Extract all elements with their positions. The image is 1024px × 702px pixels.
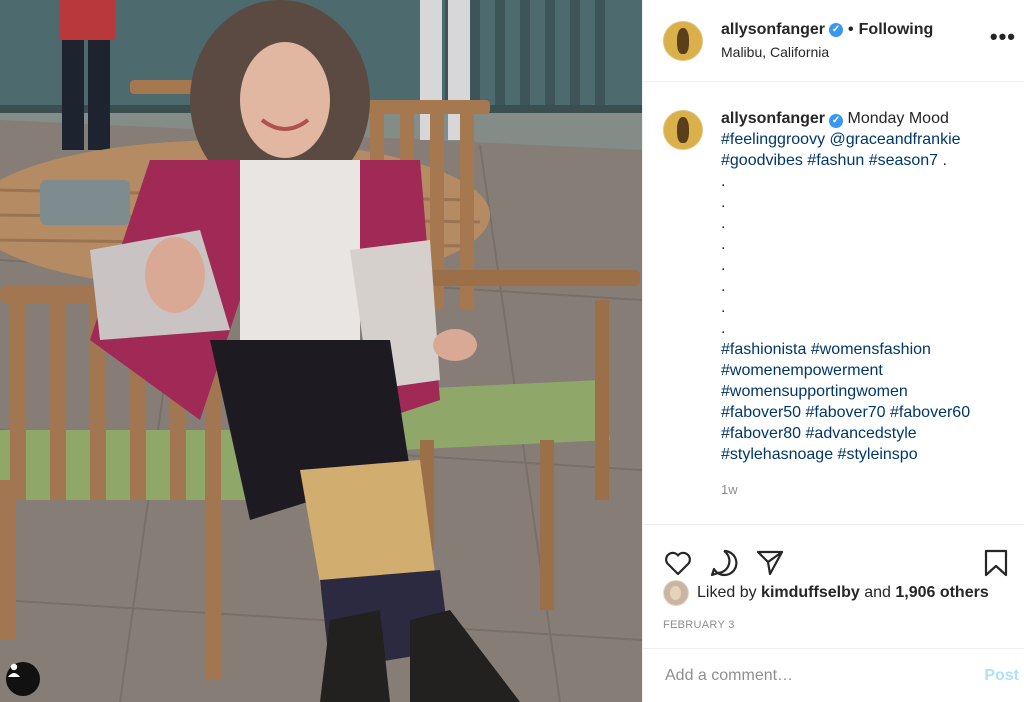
hashtag-link[interactable]: #feelinggroovy [721,131,825,148]
bookmark-icon[interactable] [981,548,1011,578]
following-button[interactable]: Following [859,20,934,40]
post-sidebar: allysonfanger ✓ • Following Malibu, Cali… [642,0,1024,702]
post-comment-button[interactable]: Post [984,667,1019,685]
caption-line: . [721,255,1009,276]
caption-line: . [721,192,1009,213]
hashtag-link[interactable]: #goodvibes [721,152,803,169]
caption-section: allysonfanger ✓ Monday Mood #feelinggroovy… [643,82,1024,524]
author-username[interactable]: allysonfanger [721,20,825,40]
caption-line: #stylehasnoage #styleinspo [721,444,1009,465]
caption-text-segment: . [721,278,726,295]
caption-text-segment: . [721,320,726,337]
separator-dot: • [848,20,854,38]
hashtag-link[interactable]: #womensupportingwomen [721,383,908,400]
user-icon [8,663,20,677]
action-bar [643,524,1024,584]
tagged-users-button[interactable] [6,662,40,696]
caption-text-segment: . [721,173,726,190]
caption-text-segment: . [721,215,726,232]
hashtag-link[interactable]: #fashun [807,152,864,169]
hashtag-link[interactable]: #fabover70 [806,404,886,421]
comment-input[interactable] [663,665,985,686]
photo-scene [0,0,642,702]
caption-line: #goodvibes #fashun #season7 . [721,150,1009,171]
caption-text-segment: Monday Mood [847,110,949,127]
post-location[interactable]: Malibu, California [721,44,933,62]
caption-text: allysonfanger ✓ Monday Mood #feelinggroovy… [721,108,1009,465]
caption-line: . [721,276,1009,297]
post-time[interactable]: 1w [721,479,1009,500]
caption-author-avatar[interactable] [663,110,703,150]
hashtag-link[interactable]: #womenempowerment [721,362,883,379]
hashtag-link[interactable]: #womensfashion [811,341,931,358]
caption-line: #womensupportingwomen [721,381,1009,402]
author-avatar[interactable] [663,20,703,61]
hashtag-link[interactable]: #fabover60 [890,404,970,421]
likes-prefix: Liked by [697,584,757,601]
caption-line: . [721,213,1009,234]
share-icon[interactable] [755,548,785,578]
post-header: allysonfanger ✓ • Following Malibu, Cali… [643,0,1024,82]
hashtag-link[interactable]: #stylehasnoage [721,446,833,463]
hashtag-link[interactable]: #fashionista [721,341,806,358]
hashtag-link[interactable]: #fabover80 [721,425,801,442]
likes-count-link[interactable]: 1,906 others [895,584,988,602]
hashtag-link[interactable]: #season7 [869,152,938,169]
more-options-icon[interactable]: ••• [990,26,1016,48]
caption-line: #womenempowerment [721,360,1009,381]
caption-line: . [721,318,1009,339]
heart-icon[interactable] [663,548,693,578]
caption-line: allysonfanger ✓ Monday Mood [721,108,1009,129]
hashtag-link[interactable]: @graceandfrankie [830,131,961,148]
comment-bar: Post [643,648,1024,702]
caption-line: #fashionista #womensfashion [721,339,1009,360]
caption-line: . [721,234,1009,255]
verified-badge-icon: ✓ [829,113,844,128]
liker-avatar[interactable] [663,580,689,606]
caption-text-segment: . [721,299,726,316]
hashtag-link[interactable]: #advancedstyle [806,425,917,442]
caption-line: #feelinggroovy @graceandfrankie [721,129,1009,150]
hashtag-link[interactable]: #fabover50 [721,404,801,421]
caption-username[interactable]: allysonfanger [721,110,825,127]
post-date: FEBRUARY 3 [663,619,735,631]
hashtag-link[interactable]: #styleinspo [838,446,918,463]
caption-text-segment: . [721,236,726,253]
post-photo[interactable] [0,0,642,702]
caption-text-segment: . [721,194,726,211]
caption-text-segment: . [938,152,947,169]
caption-line: #fabover50 #fabover70 #fabover60 [721,402,1009,423]
likes-middle: and [864,584,891,601]
liker-username[interactable]: kimduffselby [761,584,860,602]
caption-line: . [721,171,1009,192]
caption-line: #fabover80 #advancedstyle [721,423,1009,444]
comment-icon[interactable] [709,548,739,578]
caption-line: . [721,297,1009,318]
caption-text-segment: . [721,257,726,274]
likes-summary: Liked by kimduffselby and 1,906 others [663,580,989,606]
verified-badge-icon: ✓ [829,22,844,37]
